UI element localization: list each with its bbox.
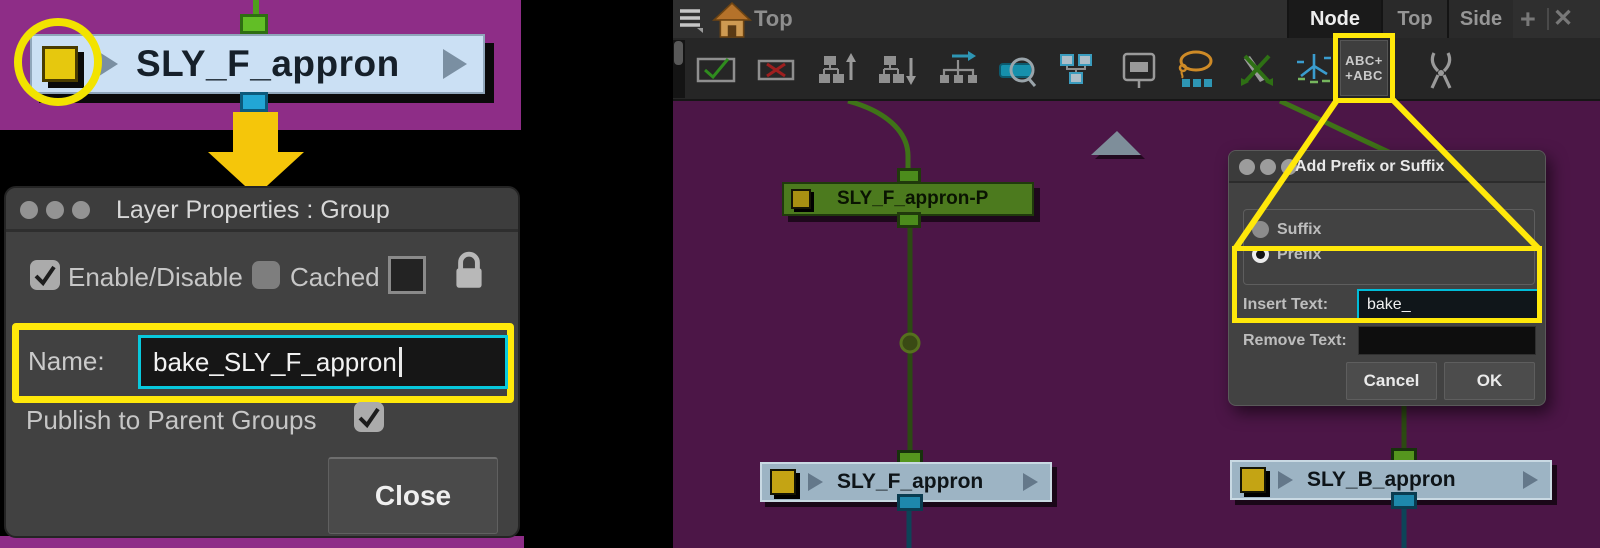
back-output-port[interactable] bbox=[1391, 492, 1417, 509]
zoomed-node-panel: SLY_F_appron bbox=[0, 0, 521, 130]
group-input-port[interactable] bbox=[897, 168, 921, 184]
enable-checkbox[interactable] bbox=[30, 260, 60, 290]
enable-node-icon[interactable] bbox=[694, 48, 738, 92]
input-port-green[interactable] bbox=[240, 14, 268, 34]
dialog-title-bar[interactable]: Add Prefix or Suffix bbox=[1229, 151, 1545, 183]
cached-checkbox[interactable] bbox=[252, 261, 280, 289]
lasso-nodes-icon[interactable] bbox=[1175, 48, 1219, 92]
node-label: SLY_B_appron bbox=[1307, 468, 1456, 492]
window-close-icon[interactable] bbox=[20, 201, 38, 219]
layer-name-input[interactable]: bake_SLY_F_appron bbox=[138, 335, 508, 389]
remove-text-input[interactable] bbox=[1358, 326, 1536, 355]
focus-node-icon[interactable] bbox=[997, 48, 1041, 92]
expand-up-icon[interactable] bbox=[816, 48, 860, 92]
output-arrow-icon[interactable] bbox=[1523, 471, 1538, 489]
layer-thumbnail-icon bbox=[791, 189, 811, 209]
cached-label: Cached bbox=[290, 262, 380, 293]
ok-button[interactable]: OK bbox=[1444, 362, 1535, 400]
name-label: Name: bbox=[28, 346, 105, 377]
window-close-icon[interactable] bbox=[1239, 159, 1255, 175]
merge-nodes-icon[interactable] bbox=[1235, 48, 1279, 92]
enable-label: Enable/Disable bbox=[68, 262, 243, 293]
prefix-highlight-annotation bbox=[1232, 246, 1542, 323]
group-node[interactable]: SLY_F_appron-P bbox=[782, 182, 1034, 216]
layer-thumbnail-icon bbox=[770, 469, 796, 495]
dialog-title: Add Prefix or Suffix bbox=[1295, 151, 1444, 183]
screenshot-root: SLY_F_appron Layer Properties : Group En… bbox=[0, 0, 1600, 548]
publish-checkbox[interactable] bbox=[354, 402, 384, 432]
remove-text-label: Remove Text: bbox=[1243, 332, 1347, 350]
toolbar-scrollbar[interactable] bbox=[673, 40, 685, 98]
suffix-label: Suffix bbox=[1277, 221, 1321, 239]
branch-nodes-icon[interactable] bbox=[1292, 48, 1336, 92]
dialog-title: Layer Properties : Group bbox=[116, 188, 390, 232]
window-zoom-icon[interactable] bbox=[72, 201, 90, 219]
expand-arrow-icon[interactable] bbox=[1278, 471, 1293, 489]
extract-node-icon[interactable] bbox=[936, 48, 980, 92]
group-output-port[interactable] bbox=[897, 212, 921, 228]
node-label: SLY_F_appron-P bbox=[837, 188, 988, 210]
backdrop-icon[interactable] bbox=[1118, 48, 1162, 92]
add-tab-button[interactable]: + bbox=[1520, 0, 1536, 38]
home-icon[interactable] bbox=[712, 2, 752, 38]
collapse-down-icon[interactable] bbox=[876, 48, 920, 92]
front-output-port[interactable] bbox=[897, 494, 923, 511]
window-minimize-icon[interactable] bbox=[46, 201, 64, 219]
suffix-radio[interactable] bbox=[1252, 221, 1269, 238]
dialog-title-bar[interactable]: Layer Properties : Group bbox=[6, 188, 518, 232]
wire-toolbar-to-group bbox=[848, 101, 908, 173]
hamburger-menu-icon[interactable] bbox=[678, 7, 704, 33]
output-port-blue[interactable] bbox=[240, 92, 268, 112]
lock-icon[interactable] bbox=[452, 250, 486, 292]
output-arrow-icon[interactable] bbox=[443, 49, 467, 79]
text-cursor bbox=[399, 347, 402, 377]
color-swatch[interactable] bbox=[388, 256, 426, 294]
publish-label: Publish to Parent Groups bbox=[26, 405, 317, 436]
group-nodes-icon[interactable] bbox=[1056, 48, 1100, 92]
close-tab-button[interactable]: ✕ bbox=[1553, 0, 1573, 38]
node-label: SLY_F_appron bbox=[136, 43, 400, 85]
tool-highlight-annotation bbox=[1333, 33, 1395, 103]
close-button[interactable]: Close bbox=[328, 457, 498, 534]
layer-properties-dialog: Layer Properties : Group Enable/Disable … bbox=[4, 186, 520, 538]
layer-name-value: bake_SLY_F_appron bbox=[153, 347, 397, 378]
tools-pliers-icon[interactable] bbox=[1419, 48, 1463, 92]
window-minimize-icon[interactable] bbox=[1260, 159, 1276, 175]
expand-arrow-icon[interactable] bbox=[808, 473, 823, 491]
disable-node-icon[interactable] bbox=[754, 48, 798, 92]
layer-thumbnail-icon bbox=[1240, 467, 1266, 493]
highlight-circle-annotation bbox=[14, 18, 102, 106]
triangle-node-marker[interactable] bbox=[1085, 120, 1149, 168]
current-view-label: Top bbox=[754, 0, 793, 38]
tab-side[interactable]: Side bbox=[1447, 0, 1513, 38]
node-label: SLY_F_appron bbox=[837, 470, 983, 494]
tab-divider bbox=[1547, 8, 1549, 30]
output-arrow-icon[interactable] bbox=[1023, 473, 1038, 491]
wire-dot[interactable] bbox=[901, 334, 919, 352]
cancel-button[interactable]: Cancel bbox=[1346, 362, 1437, 400]
